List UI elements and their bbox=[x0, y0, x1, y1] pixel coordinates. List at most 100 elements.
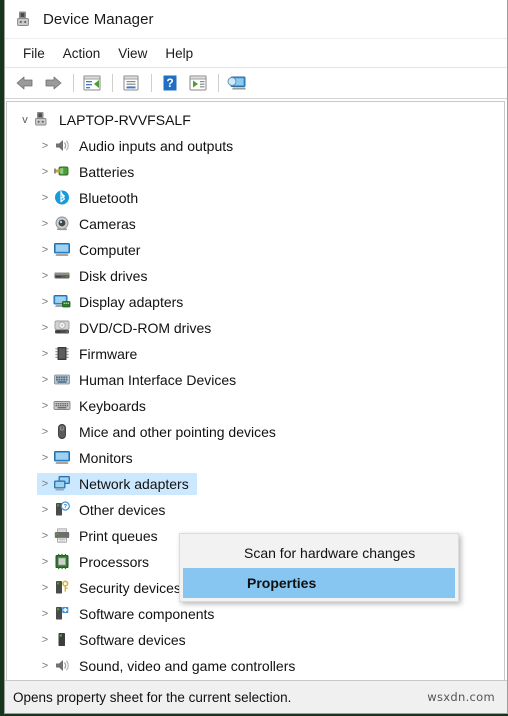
tree-item-firmware[interactable]: > Firmware bbox=[7, 341, 504, 367]
tree-item-disk-drives[interactable]: > Disk drives bbox=[7, 263, 504, 289]
tree-item-label: Print queues bbox=[79, 528, 158, 544]
menu-file[interactable]: File bbox=[14, 43, 54, 64]
tree-item-label: Security devices bbox=[79, 580, 181, 596]
svg-text:?: ? bbox=[64, 504, 68, 510]
chevron-right-icon[interactable]: > bbox=[37, 556, 53, 568]
tree-item-monitors[interactable]: > Monitors bbox=[7, 445, 504, 471]
firmware-chip-icon bbox=[53, 345, 73, 363]
processor-icon bbox=[53, 553, 73, 571]
chevron-right-icon[interactable]: > bbox=[37, 504, 53, 516]
monitor-icon bbox=[53, 241, 73, 259]
device-manager-icon bbox=[15, 9, 35, 29]
tree-item-storage-controllers[interactable]: > Storage controllers bbox=[7, 679, 504, 680]
tree-item-sound-video-and-game-controllers[interactable]: > Sound, video and game controllers bbox=[7, 653, 504, 679]
toolbar-separator-3 bbox=[151, 74, 152, 92]
chevron-right-icon[interactable]: > bbox=[37, 582, 53, 594]
update-driver-icon[interactable] bbox=[185, 71, 211, 95]
chevron-right-icon[interactable]: > bbox=[37, 400, 53, 412]
window-title: Device Manager bbox=[43, 10, 154, 28]
chevron-right-icon[interactable]: > bbox=[37, 374, 53, 386]
tree-item-label: Monitors bbox=[79, 450, 133, 466]
software-component-icon bbox=[53, 605, 73, 623]
tree-item-mice-and-other-pointing-devices[interactable]: > Mice and other pointing devices bbox=[7, 419, 504, 445]
properties-icon[interactable] bbox=[118, 71, 144, 95]
menu-action[interactable]: Action bbox=[54, 43, 110, 64]
chevron-right-icon[interactable]: > bbox=[37, 478, 53, 490]
menu-view[interactable]: View bbox=[109, 43, 156, 64]
tree-item-label: Human Interface Devices bbox=[79, 372, 237, 388]
tree-item-label: Audio inputs and outputs bbox=[79, 138, 234, 154]
tree-item-cameras[interactable]: > Cameras bbox=[7, 211, 504, 237]
battery-icon bbox=[53, 163, 73, 181]
show-hide-console-tree-icon[interactable] bbox=[79, 71, 105, 95]
printer-icon bbox=[53, 527, 73, 545]
context-menu-item-label: Scan for hardware changes bbox=[244, 544, 416, 561]
chevron-right-icon[interactable]: > bbox=[37, 426, 53, 438]
chevron-right-icon[interactable]: > bbox=[37, 452, 53, 464]
tree-item-network-adapters[interactable]: > Network adapters bbox=[7, 471, 504, 497]
chevron-right-icon[interactable]: > bbox=[37, 530, 53, 542]
chevron-right-icon[interactable]: > bbox=[37, 608, 53, 620]
tree-item-display-adapters[interactable]: > Display adapters bbox=[7, 289, 504, 315]
tree-item-label: Processors bbox=[79, 554, 150, 570]
chevron-right-icon[interactable]: > bbox=[37, 218, 53, 230]
tree-root-computer[interactable]: v LAPTOP-RVVFSALF bbox=[7, 107, 504, 133]
chevron-right-icon[interactable]: > bbox=[37, 244, 53, 256]
tree-item-label: Keyboards bbox=[79, 398, 146, 414]
help-icon[interactable]: ? bbox=[157, 71, 183, 95]
tree-item-label: Disk drives bbox=[79, 268, 148, 284]
chevron-right-icon[interactable]: > bbox=[37, 348, 53, 360]
forward-arrow-icon[interactable] bbox=[40, 71, 66, 95]
chevron-right-icon[interactable]: > bbox=[37, 296, 53, 308]
tree-root-label: LAPTOP-RVVFSALF bbox=[59, 112, 191, 128]
chevron-right-icon[interactable]: > bbox=[37, 660, 53, 672]
tree-item-batteries[interactable]: > Batteries bbox=[7, 159, 504, 185]
menu-help[interactable]: Help bbox=[156, 43, 202, 64]
back-arrow-icon[interactable] bbox=[12, 71, 38, 95]
chevron-right-icon[interactable]: > bbox=[37, 322, 53, 334]
tree-item-other-devices[interactable]: > ? Other devices bbox=[7, 497, 504, 523]
tree-item-label: Network adapters bbox=[79, 476, 189, 492]
camera-icon bbox=[53, 215, 73, 233]
context-menu-item-properties[interactable]: Properties bbox=[183, 568, 455, 598]
context-menu[interactable]: Scan for hardware changes Properties bbox=[179, 533, 459, 602]
tree-item-keyboards[interactable]: > Keyboards bbox=[7, 393, 504, 419]
display-adapter-icon bbox=[53, 293, 73, 311]
menu-bar: File Action View Help bbox=[5, 39, 507, 68]
tree-item-label: Cameras bbox=[79, 216, 136, 232]
computer-root-icon bbox=[33, 111, 53, 129]
context-menu-item-label: Properties bbox=[247, 575, 317, 591]
tree-item-label: Batteries bbox=[79, 164, 135, 180]
tree-item-software-devices[interactable]: > Software devices bbox=[7, 627, 504, 653]
status-bar: Opens property sheet for the current sel… bbox=[5, 680, 507, 713]
toolbar-separator-2 bbox=[112, 74, 113, 92]
chevron-down-icon[interactable]: v bbox=[17, 114, 33, 126]
chevron-right-icon[interactable]: > bbox=[37, 634, 53, 646]
chevron-right-icon[interactable]: > bbox=[37, 192, 53, 204]
tree-item-bluetooth[interactable]: > Bluetooth bbox=[7, 185, 504, 211]
tree-item-human-interface-devices[interactable]: > Human Interface Devices bbox=[7, 367, 504, 393]
tree-item-dvd-cd-rom-drives[interactable]: > DVD/CD-ROM drives bbox=[7, 315, 504, 341]
tree-item-label: Firmware bbox=[79, 346, 138, 362]
tree-item-computer[interactable]: > Computer bbox=[7, 237, 504, 263]
title-bar: Device Manager bbox=[5, 0, 507, 39]
tree-item-software-components[interactable]: > Software components bbox=[7, 601, 504, 627]
tree-item-label: Software components bbox=[79, 606, 215, 622]
tree-item-label: DVD/CD-ROM drives bbox=[79, 320, 212, 336]
toolbar: ? bbox=[5, 68, 507, 99]
bluetooth-icon bbox=[53, 189, 73, 207]
device-tree-panel[interactable]: v LAPTOP-RVVFSALF > Audio inputs and out… bbox=[6, 101, 505, 680]
watermark: wsxdn.com bbox=[427, 690, 495, 704]
chevron-right-icon[interactable]: > bbox=[37, 270, 53, 282]
context-menu-item-scan-for-hardware-changes[interactable]: Scan for hardware changes bbox=[180, 537, 458, 568]
software-device-icon bbox=[53, 631, 73, 649]
disk-drive-icon bbox=[53, 267, 73, 285]
tree-item-audio-inputs-and-outputs[interactable]: > Audio inputs and outputs bbox=[7, 133, 504, 159]
unknown-device-icon: ? bbox=[53, 501, 73, 519]
chevron-right-icon[interactable]: > bbox=[37, 140, 53, 152]
monitor-icon bbox=[53, 449, 73, 467]
scan-for-hardware-changes-icon[interactable] bbox=[224, 71, 250, 95]
chevron-right-icon[interactable]: > bbox=[37, 166, 53, 178]
tree-item-label: Software devices bbox=[79, 632, 186, 648]
optical-drive-icon bbox=[53, 319, 73, 337]
